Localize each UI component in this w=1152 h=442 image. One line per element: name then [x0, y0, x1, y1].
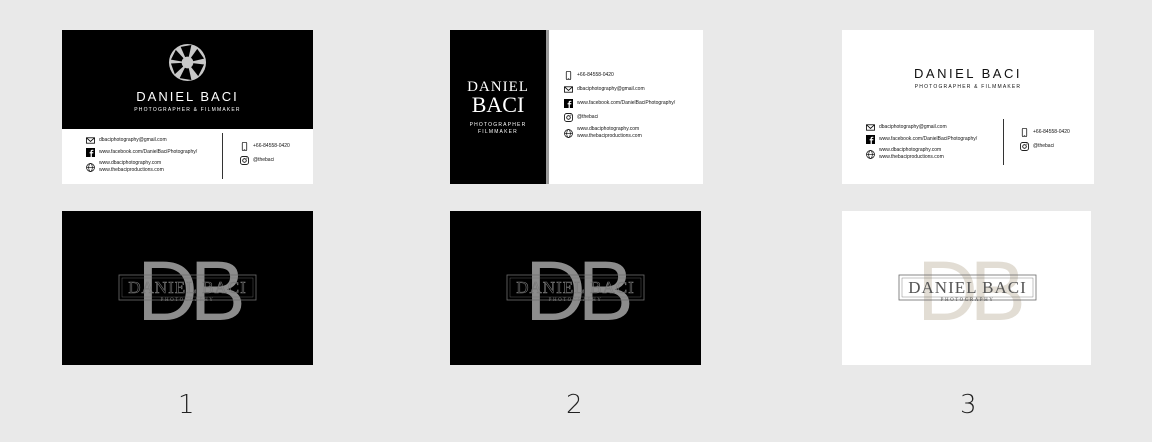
facebook-row: www.facebook.com/DanielBaciPhotography/: [564, 99, 675, 108]
instagram-text: @thebaci: [1033, 143, 1055, 149]
web-text-2: www.thebaciproductions.com: [577, 133, 642, 139]
email-row: dbaciphotography@gmail.com: [866, 123, 1001, 132]
card-1-front: DANIEL BACI PHOTOGRAPHER & FILMMAKER dba…: [62, 30, 313, 184]
facebook-text: www.facebook.com/DanielBaciPhotography/: [99, 149, 198, 155]
phone-text: +66-84558-0420: [577, 72, 614, 78]
option-label-2: 2: [566, 390, 583, 420]
card-2-role-1: PHOTOGRAPHER: [469, 122, 527, 128]
card-2-last-name: BACI: [471, 92, 525, 117]
db-logo: DB DANIEL BACI PHOTOGRAPHY: [506, 244, 645, 338]
card-1-tagline: PHOTOGRAPHER & FILMMAKER: [134, 107, 241, 113]
email-row: dbaciphotography@gmail.com: [86, 136, 221, 145]
facebook-row: www.facebook.com/DanielBaciPhotography/: [866, 135, 1001, 144]
web-text-1: www.dbaciphotography.com: [577, 126, 640, 132]
mail-icon: [564, 85, 573, 94]
web-row: www.dbaciphotography.com www.thebaciprodu…: [86, 160, 221, 174]
web-text-1: www.dbaciphotography.com: [99, 160, 162, 166]
facebook-text: www.facebook.com/DanielBaciPhotography/: [577, 100, 676, 106]
logo-wordmark: DANIEL BACI: [908, 278, 1027, 297]
phone-row: +66-84558-0420: [240, 142, 290, 151]
instagram-text: @thebaci: [577, 114, 599, 120]
card-3-front: DANIEL BACI PHOTOGRAPHER & FILMMAKER dba…: [842, 30, 1094, 184]
phone-icon: [1020, 128, 1029, 137]
card-3-tagline: PHOTOGRAPHER & FILMMAKER: [914, 84, 1022, 90]
card-2-role-2: FILMMAKER: [478, 129, 518, 135]
email-text: dbaciphotography@gmail.com: [99, 137, 167, 143]
db-logo: DB DANIEL BACI PHOTOGRAPHY: [118, 244, 257, 338]
facebook-text: www.facebook.com/DanielBaciPhotography/: [879, 136, 978, 142]
phone-text: +66-84558-0420: [253, 143, 290, 149]
option-label-1: 1: [178, 390, 195, 420]
email-text: dbaciphotography@gmail.com: [879, 124, 947, 130]
db-logo: DB DANIEL BACI PHOTOGRAPHY: [898, 244, 1037, 338]
card-2-stripe: [546, 30, 549, 184]
email-row: dbaciphotography@gmail.com: [564, 85, 675, 94]
instagram-icon: [240, 156, 249, 165]
instagram-icon: [564, 113, 573, 122]
instagram-text: @thebaci: [253, 157, 275, 163]
logo-wordmark: DANIEL BACI: [128, 278, 247, 297]
logo-subword: PHOTOGRAPHY: [161, 298, 215, 303]
card-3-name: DANIEL BACI: [914, 66, 1022, 81]
globe-icon: [564, 128, 573, 138]
divider: [1003, 119, 1004, 165]
card-2-back: DB DANIEL BACI PHOTOGRAPHY: [450, 211, 701, 365]
phone-icon: [240, 142, 249, 151]
web-text-2: www.thebaciproductions.com: [99, 167, 164, 173]
card-1-back: DB DANIEL BACI PHOTOGRAPHY: [62, 211, 313, 365]
globe-icon: [86, 162, 95, 172]
web-text-2: www.thebaciproductions.com: [879, 154, 944, 160]
instagram-row: @thebaci: [564, 113, 675, 122]
card-3-back: DB DANIEL BACI PHOTOGRAPHY: [842, 211, 1091, 365]
web-row: www.dbaciphotography.com www.thebaciprodu…: [866, 147, 1001, 161]
web-row: www.dbaciphotography.com www.thebaciprodu…: [564, 126, 675, 140]
logo-wordmark: DANIEL BACI: [516, 278, 635, 297]
instagram-icon: [1020, 142, 1029, 151]
phone-row: +66-84558-0420: [1020, 128, 1070, 137]
aperture-icon: [168, 43, 207, 82]
email-text: dbaciphotography@gmail.com: [577, 86, 645, 92]
phone-icon: [564, 71, 573, 80]
facebook-icon: [564, 99, 573, 108]
card-2-front: DANIEL BACI PHOTOGRAPHER FILMMAKER +66-8…: [450, 30, 703, 184]
globe-icon: [866, 149, 875, 159]
facebook-icon: [86, 148, 95, 157]
phone-row: +66-84558-0420: [564, 71, 675, 80]
divider: [222, 133, 223, 179]
facebook-icon: [866, 135, 875, 144]
mail-icon: [866, 123, 875, 132]
logo-subword: PHOTOGRAPHY: [549, 298, 603, 303]
logo-subword: PHOTOGRAPHY: [941, 298, 995, 303]
phone-text: +66-84558-0420: [1033, 129, 1070, 135]
mail-icon: [86, 136, 95, 145]
facebook-row: www.facebook.com/DanielBaciPhotography/: [86, 148, 221, 157]
instagram-row: @thebaci: [1020, 142, 1070, 151]
option-label-3: 3: [960, 390, 977, 420]
web-text-1: www.dbaciphotography.com: [879, 147, 942, 153]
instagram-row: @thebaci: [240, 156, 290, 165]
card-1-name: DANIEL BACI: [136, 89, 239, 104]
